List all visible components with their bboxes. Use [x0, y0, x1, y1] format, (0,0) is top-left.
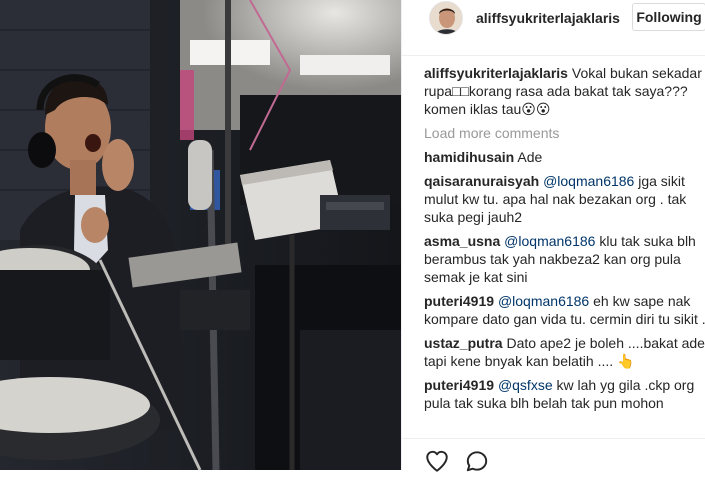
comment-username[interactable]: puteri4919 [424, 293, 494, 309]
comment-text: Ade [517, 149, 543, 165]
comment-username[interactable]: asma_usna [424, 233, 500, 249]
post-photo [0, 0, 401, 470]
avatar[interactable] [429, 1, 463, 35]
comment-item: ustaz_putra Dato ape2 je boleh ....bakat… [424, 334, 705, 370]
comment-username[interactable]: qaisaranuraisyah [424, 173, 539, 189]
post-actions [402, 438, 705, 472]
post-header: aliffsyukriterlajaklaris Following [402, 0, 705, 56]
comment-item: qaisaranuraisyah @loqman6186 jga sikit m… [424, 172, 705, 226]
post-side-panel: aliffsyukriterlajaklaris Following aliff… [401, 0, 705, 472]
load-more-comments-link[interactable]: Load more comments [424, 124, 705, 142]
comment-item: asma_usna @loqman6186 klu tak suka blh b… [424, 232, 705, 286]
caption-username[interactable]: aliffsyukriterlajaklaris [424, 65, 568, 81]
comment-item: hamidihusain Ade [424, 148, 705, 166]
heart-icon[interactable] [424, 448, 450, 474]
comment-icon[interactable] [464, 448, 490, 474]
comment-item: puteri4919 @qsfxse kw lah yg gila .ckp o… [424, 376, 705, 412]
comment-username[interactable]: ustaz_putra [424, 335, 503, 351]
comment-username[interactable]: hamidihusain [424, 149, 514, 165]
comment-mention[interactable]: @loqman6186 [498, 293, 589, 309]
comment-mention[interactable]: @qsfxse [498, 377, 553, 393]
post-author-username[interactable]: aliffsyukriterlajaklaris [476, 10, 620, 26]
following-button[interactable]: Following [632, 3, 705, 31]
studio-photo [0, 0, 401, 470]
avatar-image [430, 2, 462, 34]
comment-item: puteri4919 @loqman6186 eh kw sape nak ko… [424, 292, 705, 328]
comment-username[interactable]: puteri4919 [424, 377, 494, 393]
comment-mention[interactable]: @loqman6186 [504, 233, 595, 249]
comments-list[interactable]: aliffsyukriterlajaklaris Vokal bukan sek… [424, 64, 705, 438]
post-caption: aliffsyukriterlajaklaris Vokal bukan sek… [424, 64, 705, 118]
comment-mention[interactable]: @loqman6186 [543, 173, 634, 189]
